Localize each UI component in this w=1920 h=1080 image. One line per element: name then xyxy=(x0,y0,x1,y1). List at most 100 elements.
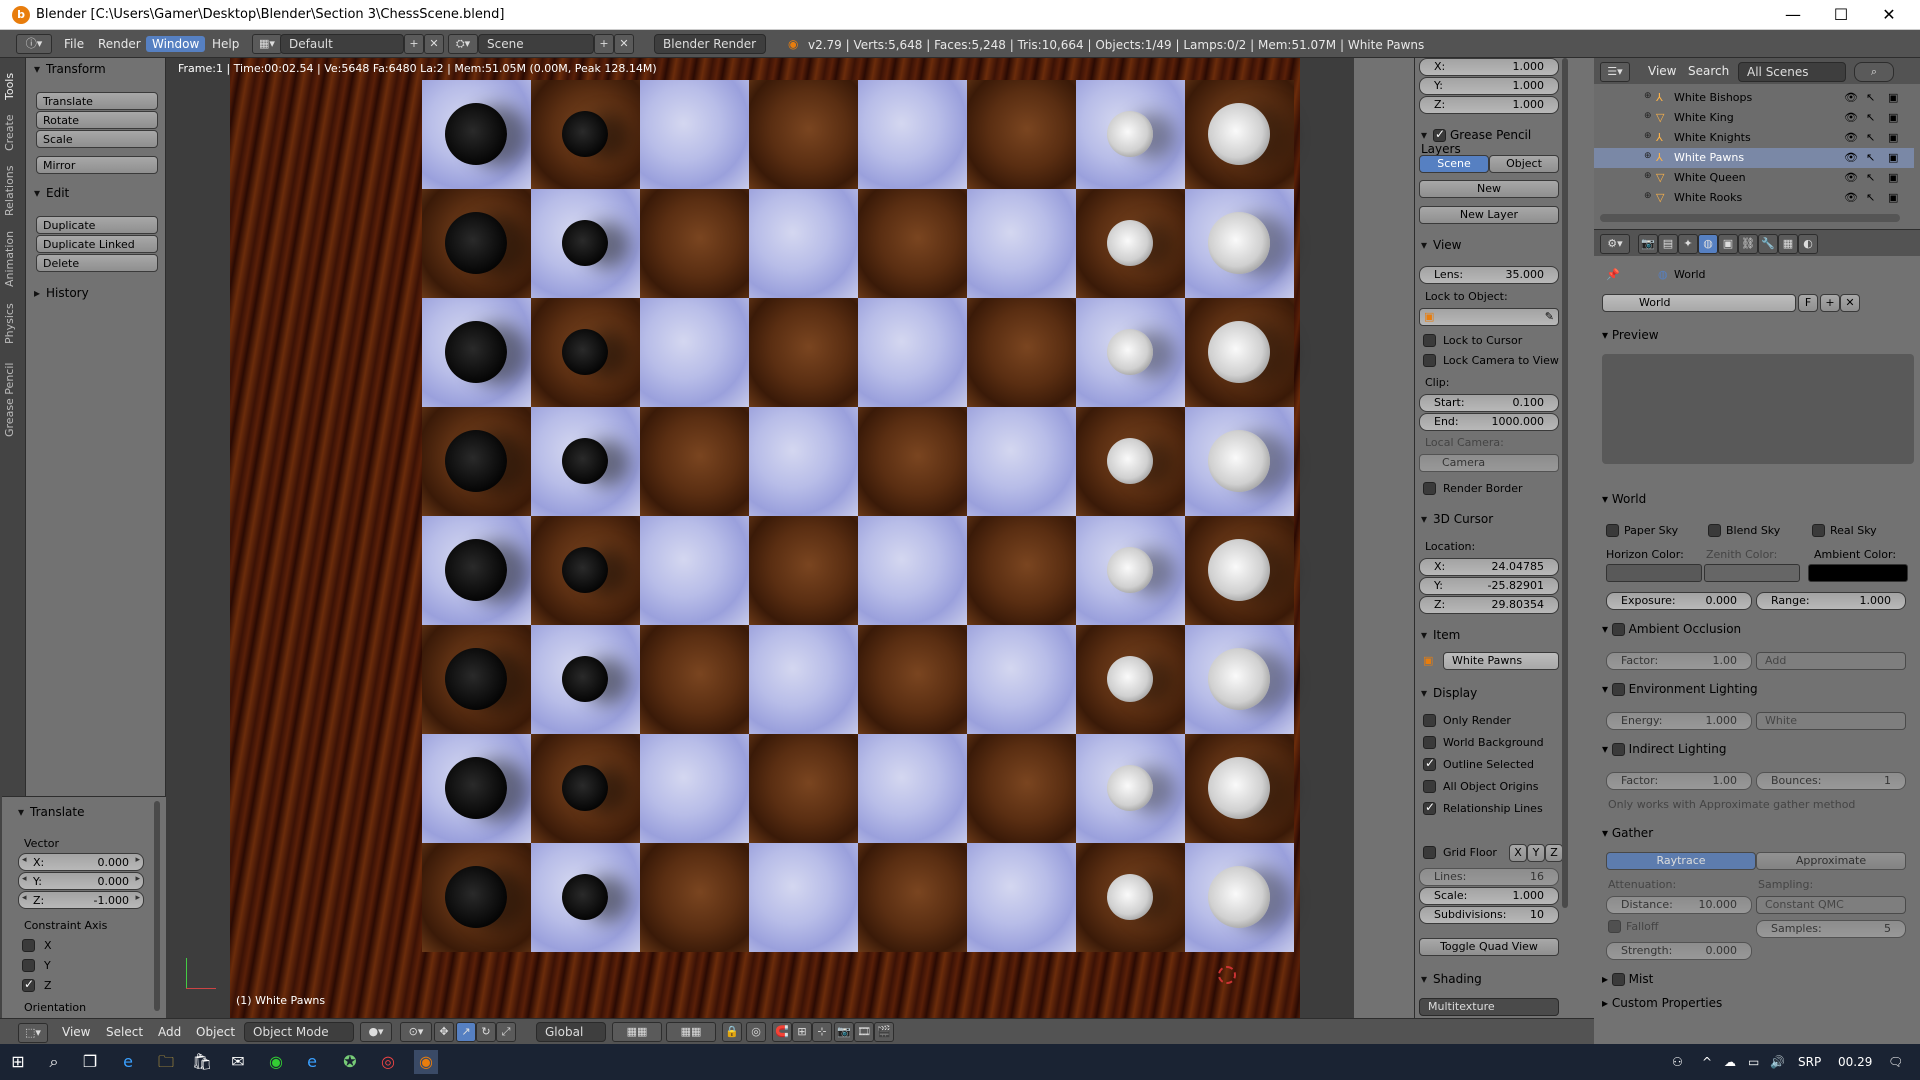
clock[interactable]: 00.29 xyxy=(1838,1055,1872,1069)
tab-animation[interactable]: Animation xyxy=(3,224,23,294)
select-cursor-icon[interactable]: ↖ xyxy=(1866,131,1875,144)
rotate-manipulator-icon[interactable]: ↻ xyxy=(476,1022,496,1042)
tab-relations[interactable]: Relations xyxy=(3,160,23,222)
lens-field[interactable]: Lens: 35.000 xyxy=(1419,266,1559,284)
expand-icon[interactable]: ⊕ xyxy=(1644,131,1652,141)
white-chess-piece[interactable] xyxy=(1107,547,1153,593)
render-camera-icon[interactable]: ▣ xyxy=(1888,111,1898,124)
opengl-anim-icon[interactable]: 🎞 xyxy=(854,1022,874,1042)
grid-scale-field[interactable]: Scale: 1.000 xyxy=(1419,887,1559,905)
black-chess-piece[interactable] xyxy=(562,329,608,375)
physics-tab-icon[interactable]: ◐ xyxy=(1798,234,1818,254)
editor-type-icon[interactable]: ⓘ▾ xyxy=(16,34,52,54)
object-tab-icon[interactable]: ▣ xyxy=(1718,234,1738,254)
notification-icon[interactable]: 🗨 xyxy=(1888,1055,1903,1069)
tab-tools[interactable]: Tools xyxy=(3,66,23,106)
ao-checkbox[interactable] xyxy=(1611,623,1625,636)
render-camera-icon[interactable]: ▣ xyxy=(1888,151,1898,164)
remove-layout-icon[interactable]: ✕ xyxy=(424,34,444,54)
scale-z-field[interactable]: Z: 1.000 xyxy=(1419,96,1559,114)
cursor-y-field[interactable]: Y: -25.82901 xyxy=(1419,577,1559,595)
samples-field[interactable]: Samples: 5 xyxy=(1756,920,1906,938)
constraint-y-checkbox[interactable] xyxy=(22,959,35,972)
blend-sky-checkbox[interactable] xyxy=(1708,524,1721,537)
fake-user-button[interactable]: F xyxy=(1798,294,1818,312)
gather-panel-header[interactable]: ▾ Gather xyxy=(1602,826,1653,840)
exposure-field[interactable]: Exposure: 0.000 xyxy=(1606,592,1752,610)
duplicate-button[interactable]: Duplicate xyxy=(36,216,158,234)
translate-manipulator-icon[interactable]: ↗ xyxy=(456,1022,476,1042)
render-layers-tab-icon[interactable]: ▤ xyxy=(1658,234,1678,254)
menu-render[interactable]: Render xyxy=(92,36,147,52)
white-chess-piece[interactable] xyxy=(1107,438,1153,484)
white-chess-piece[interactable] xyxy=(1208,648,1270,710)
properties-editor-icon[interactable]: ⚙▾ xyxy=(1600,234,1630,254)
env-color-dropdown[interactable]: White xyxy=(1756,712,1906,730)
add-world-icon[interactable]: + xyxy=(1820,294,1840,312)
render-engine-dropdown[interactable]: Blender Render xyxy=(654,34,766,54)
real-sky-checkbox[interactable] xyxy=(1812,524,1825,537)
white-chess-piece[interactable] xyxy=(1208,539,1270,601)
3d-cursor-panel-header[interactable]: ▾ 3D Cursor xyxy=(1421,512,1493,526)
tab-grease-object[interactable]: Object xyxy=(1489,155,1559,173)
file-explorer-icon[interactable]: 🗀 xyxy=(154,1050,178,1074)
tab-create[interactable]: Create xyxy=(3,108,23,158)
operator-scrollbar[interactable] xyxy=(154,801,160,1011)
unlink-world-icon[interactable]: ✕ xyxy=(1840,294,1860,312)
white-chess-piece[interactable] xyxy=(1107,329,1153,375)
modifiers-tab-icon[interactable]: 🔧 xyxy=(1758,234,1778,254)
grid-axis-x-toggle[interactable]: X xyxy=(1509,844,1527,862)
item-name-field[interactable]: White Pawns xyxy=(1443,652,1559,670)
custom-properties-header[interactable]: ▸ Custom Properties xyxy=(1602,996,1722,1010)
viewport-editor-icon[interactable]: ⬚▾ xyxy=(18,1023,48,1043)
black-chess-piece[interactable] xyxy=(562,874,608,920)
black-chess-piece[interactable] xyxy=(562,547,608,593)
mist-panel-header[interactable]: ▸ Mist xyxy=(1602,972,1653,986)
sampling-dropdown[interactable]: Constant QMC xyxy=(1756,896,1906,914)
expand-icon[interactable]: ⊕ xyxy=(1644,151,1652,161)
ambient-occlusion-header[interactable]: ▾ Ambient Occlusion xyxy=(1602,622,1741,636)
outline-selected-checkbox[interactable] xyxy=(1423,756,1436,771)
view-panel-header[interactable]: ▾ View xyxy=(1421,238,1461,252)
opengl-render-icon[interactable]: 📷 xyxy=(834,1022,854,1042)
grease-pencil-layers-header[interactable]: ▾Grease Pencil Layers xyxy=(1421,127,1570,156)
black-chess-piece[interactable] xyxy=(445,757,507,819)
menu-help[interactable]: Help xyxy=(206,36,245,52)
expand-icon[interactable]: ⊕ xyxy=(1644,91,1652,101)
delete-button[interactable]: Delete xyxy=(36,254,158,272)
display-panel-header[interactable]: ▾ Display xyxy=(1421,686,1477,700)
vector-y-field[interactable]: Y: 0.000 xyxy=(18,872,144,890)
black-chess-piece[interactable] xyxy=(445,866,507,928)
white-chess-piece[interactable] xyxy=(1208,757,1270,819)
render-camera-icon[interactable]: ▣ xyxy=(1888,171,1898,184)
env-lighting-checkbox[interactable] xyxy=(1611,683,1625,696)
viewport-add-menu[interactable]: Add xyxy=(158,1025,181,1039)
toggle-quad-view-button[interactable]: Toggle Quad View xyxy=(1419,938,1559,956)
expand-icon[interactable]: ⊕ xyxy=(1644,111,1652,121)
all-object-origins-checkbox[interactable] xyxy=(1423,780,1436,793)
visibility-eye-icon[interactable]: 👁 xyxy=(1844,171,1858,184)
start-button-icon[interactable]: ⊞ xyxy=(6,1050,30,1074)
outliner-row-white-rooks[interactable]: ⊕ ▽ White Rooks 👁 ↖ ▣ xyxy=(1594,188,1914,208)
render-tab-icon[interactable]: 📷 xyxy=(1638,234,1658,254)
relationship-lines-checkbox[interactable] xyxy=(1423,800,1436,815)
paper-sky-checkbox[interactable] xyxy=(1606,524,1619,537)
layers-grid-1-icon[interactable]: ▦▦ xyxy=(612,1022,662,1042)
onedrive-icon[interactable]: ☁ xyxy=(1724,1055,1736,1069)
black-chess-piece[interactable] xyxy=(445,103,507,165)
expand-icon[interactable]: ⊕ xyxy=(1644,171,1652,181)
world-tab-icon[interactable]: ◍ xyxy=(1698,234,1718,254)
camera-icon[interactable]: 🎬 xyxy=(874,1022,894,1042)
white-chess-piece[interactable] xyxy=(1208,321,1270,383)
outliner-row-white-pawns[interactable]: ⊕ ⅄ White Pawns 👁 ↖ ▣ xyxy=(1594,148,1914,168)
add-layout-icon[interactable]: + xyxy=(404,34,424,54)
black-chess-piece[interactable] xyxy=(562,765,608,811)
constraint-z-checkbox[interactable] xyxy=(22,977,35,992)
search-icon[interactable]: ⌕ xyxy=(42,1050,66,1074)
scale-manipulator-icon[interactable]: ⤢ xyxy=(496,1022,516,1042)
lock-to-cursor-checkbox[interactable] xyxy=(1423,334,1436,347)
tab-physics[interactable]: Physics xyxy=(3,296,23,352)
minimize-button[interactable]: — xyxy=(1770,0,1816,30)
outliner-row-white-queen[interactable]: ⊕ ▽ White Queen 👁 ↖ ▣ xyxy=(1594,168,1914,188)
outliner-editor-icon[interactable]: ☰▾ xyxy=(1600,62,1630,82)
